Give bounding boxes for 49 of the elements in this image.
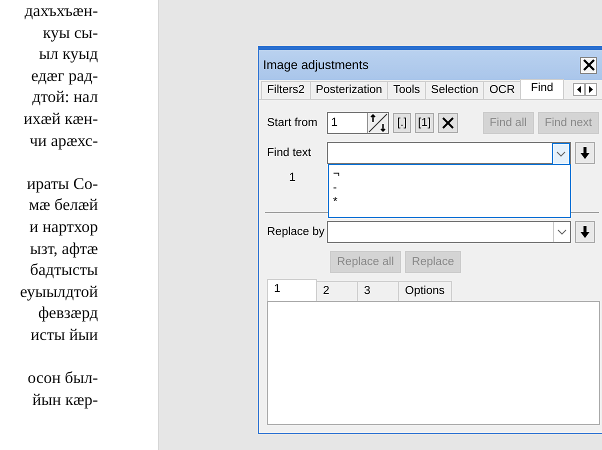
tab[interactable]: 1: [267, 279, 317, 301]
text-line: ихæй кæн-: [24, 108, 98, 130]
text-line: едæг рад-: [31, 64, 98, 86]
left-arrow-icon: [577, 86, 581, 93]
tab[interactable]: Find: [520, 79, 564, 99]
text-line: мæ белæй: [28, 194, 98, 216]
down-arrow-icon: [580, 147, 590, 159]
spin-field[interactable]: 1: [327, 112, 389, 134]
text-line: куы сы-: [42, 22, 98, 44]
field-label: Find text: [267, 147, 312, 159]
right-arrow-icon: [589, 86, 593, 93]
insert-button[interactable]: [575, 221, 595, 243]
close-icon: [582, 59, 594, 71]
text-line: чи арæхс-: [30, 130, 98, 152]
spinner-icon: [367, 113, 388, 133]
dropdown-option[interactable]: *: [332, 195, 338, 209]
field-label: Replace by: [267, 226, 326, 238]
field-label: Start from: [267, 117, 318, 129]
scroll-right-button[interactable]: [585, 83, 597, 96]
bracket-button[interactable]: [.]: [393, 113, 411, 133]
down-arrow-icon: [580, 226, 590, 238]
row-number: 1: [288, 169, 296, 186]
tab[interactable]: Filters2: [261, 81, 311, 99]
dropdown-option[interactable]: ¬: [332, 167, 340, 181]
text-line: еуыылдтой: [20, 280, 98, 302]
caret-icon: [556, 150, 566, 158]
close-icon: [440, 116, 455, 130]
dropdown-option[interactable]: -: [332, 181, 337, 195]
text-line: бадтысты: [30, 259, 98, 281]
text-line: дахъхъæн-: [24, 0, 98, 22]
text-line: ираты Со-: [26, 172, 98, 194]
text-line: исты йыи: [30, 324, 98, 346]
text-line: осон был-: [28, 367, 98, 389]
text-line: февзæрд: [38, 302, 98, 324]
close-button[interactable]: [580, 56, 597, 74]
scroll-left-button[interactable]: [573, 83, 585, 96]
find-combo-field[interactable]: [327, 142, 571, 164]
text-line: йын кæр-: [32, 388, 98, 410]
bracket-button[interactable]: [1]: [415, 113, 434, 133]
tab[interactable]: Options: [398, 281, 452, 301]
caret-icon: [557, 228, 567, 236]
text-line: ызт, афтæ: [30, 238, 98, 260]
text-line: дтой: нал: [32, 86, 98, 108]
window-title: Image adjustments: [263, 58, 370, 72]
clear-button[interactable]: [438, 113, 458, 133]
text-line: и нартхор: [30, 216, 98, 238]
text-line: ыл куыд: [39, 43, 98, 65]
insert-button[interactable]: [575, 142, 595, 164]
replace-combo-field[interactable]: [327, 221, 571, 243]
